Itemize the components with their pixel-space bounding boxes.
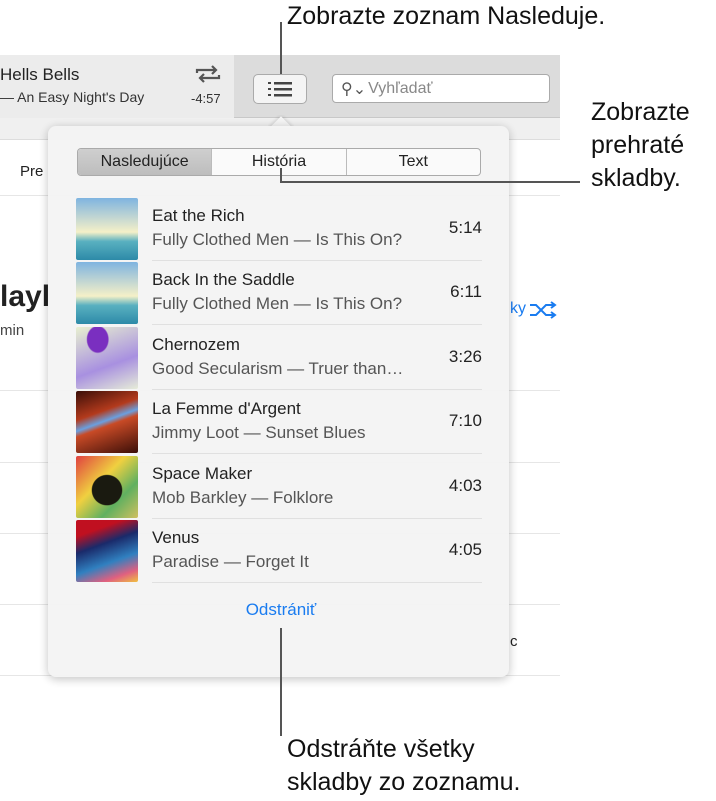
song-artist-album: Jimmy Loot — Sunset Blues [152, 423, 366, 443]
background-meta: min [0, 322, 25, 339]
remaining-time: -4:57 [191, 91, 221, 106]
queue-item[interactable]: Venus Paradise — Forget It 4:05 [76, 519, 482, 583]
album-art [76, 198, 138, 260]
annotation-line: prehraté [591, 131, 685, 159]
tab-up-next[interactable]: Nasledujúce [78, 149, 213, 175]
annotation-line: Zobrazte [591, 98, 690, 126]
now-playing-title: Hells Bells [0, 65, 80, 84]
callout-line [280, 22, 282, 74]
search-placeholder: Vyhľadať [368, 79, 433, 97]
song-duration: 4:03 [448, 475, 482, 495]
song-title: La Femme d'Argent [152, 399, 301, 419]
callout-line [280, 181, 580, 183]
clear-button[interactable]: Odstrániť [200, 600, 362, 620]
background-nav-item[interactable]: Pre [20, 163, 43, 180]
search-input[interactable]: ⚲⌄ Vyhľadať [332, 74, 550, 103]
up-next-button[interactable] [253, 74, 307, 104]
song-duration: 4:05 [448, 540, 482, 559]
song-artist-album: Fully Clothed Men — Is This On? [152, 230, 403, 249]
queue-item[interactable]: Space Maker Mob Barkley — Folklore 4:03 [76, 455, 482, 519]
queue-item[interactable]: Chernozem Good Secularism — Truer than… … [76, 326, 482, 390]
song-duration: 7:10 [448, 411, 482, 431]
queue-item[interactable]: La Femme d'Argent Jimmy Loot — Sunset Bl… [76, 390, 482, 455]
album-art [76, 326, 138, 389]
song-duration: 5:14 [448, 218, 482, 237]
song-artist-album: Mob Barkley — Folklore [152, 487, 334, 507]
album-art [76, 391, 138, 454]
popover-tabs: Nasledujúce História Text [77, 148, 481, 176]
background-playlist-heading: layl [0, 280, 51, 313]
callout-line [280, 628, 282, 736]
annotation-line: Odstráňte všetky [287, 735, 475, 763]
album-art [76, 520, 138, 582]
annotation-line: skladby. [591, 164, 681, 192]
search-icon: ⚲⌄ [341, 80, 367, 98]
numbered-list-icon [268, 82, 292, 97]
background-shuffle-label[interactable]: ky [510, 300, 526, 318]
queue-item[interactable]: Back In the Saddle Fully Clothed Men — I… [76, 261, 482, 326]
song-title: Back In the Saddle [152, 270, 295, 290]
song-title: Space Maker [152, 463, 253, 483]
tab-lyrics[interactable]: Text [347, 149, 480, 175]
shuffle-icon[interactable] [528, 300, 558, 320]
song-artist-album: Good Secularism — Truer than… [152, 358, 404, 378]
annotation-up-next: Zobrazte zoznam Nasleduje. [287, 2, 606, 30]
song-artist-album: Paradise — Forget It [152, 552, 309, 571]
song-title: Venus [152, 528, 200, 547]
song-artist-album: Fully Clothed Men — Is This On? [152, 294, 403, 314]
annotation-history: Zobrazte prehraté skladby. [591, 96, 690, 195]
song-title: Chernozem [152, 334, 240, 354]
now-playing-subtitle: — An Easy Night's Day [0, 89, 145, 105]
repeat-icon[interactable] [194, 62, 222, 86]
queue-item[interactable]: Eat the Rich Fully Clothed Men — Is This… [76, 197, 482, 261]
song-duration: 6:11 [450, 282, 482, 302]
divider [152, 582, 482, 583]
album-art [76, 262, 138, 325]
song-title: Eat the Rich [152, 206, 245, 225]
annotation-line: skladby zo zoznamu. [287, 768, 521, 796]
annotation-clear: Odstráňte všetky skladby zo zoznamu. [287, 733, 520, 799]
background-text: c [510, 633, 518, 650]
song-duration: 3:26 [448, 346, 482, 366]
album-art [76, 455, 138, 518]
